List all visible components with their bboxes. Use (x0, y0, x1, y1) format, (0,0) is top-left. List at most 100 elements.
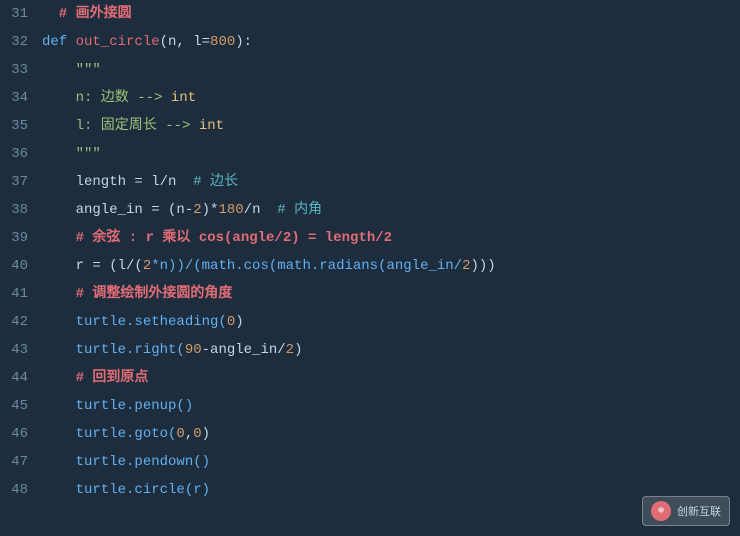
code-row: 38 angle_in = (n-2)*180/n # 内角 (0, 196, 740, 224)
code-token: )* (202, 202, 219, 218)
line-content: def out_circle(n, l=800): (42, 28, 740, 56)
line-content: l: 固定周长 --> int (42, 112, 740, 140)
code-token: """ (42, 62, 101, 78)
code-token: int (171, 90, 196, 106)
line-number: 40 (0, 252, 42, 280)
code-token: 0 (176, 426, 184, 442)
code-token: n: 边数 --> (42, 90, 171, 106)
code-token: # 调整绘制外接圆的角度 (42, 286, 232, 302)
line-content: n: 边数 --> int (42, 84, 740, 112)
code-token: ) (202, 426, 210, 442)
line-content: angle_in = (n-2)*180/n # 内角 (42, 196, 740, 224)
code-row: 34 n: 边数 --> int (0, 84, 740, 112)
code-token: out_circle (76, 34, 160, 50)
code-token: turtle.circle(r) (42, 482, 210, 498)
code-row: 37 length = l/n # 边长 (0, 168, 740, 196)
line-content: length = l/n # 边长 (42, 168, 740, 196)
code-row: 44 # 回到原点 (0, 364, 740, 392)
code-token: 2 (143, 258, 151, 274)
code-token: l: 固定周长 --> (42, 118, 199, 134)
line-number: 45 (0, 392, 42, 420)
code-token: ))) (471, 258, 496, 274)
line-number: 39 (0, 224, 42, 252)
code-editor: 31 # 画外接圆32def out_circle(n, l=800):33 "… (0, 0, 740, 536)
code-token: turtle.setheading( (42, 314, 227, 330)
code-row: 31 # 画外接圆 (0, 0, 740, 28)
line-number: 32 (0, 28, 42, 56)
code-token: 800 (210, 34, 235, 50)
line-content: # 余弦 : r 乘以 cos(angle/2) = length/2 (42, 224, 740, 252)
code-row: 47 turtle.pendown() (0, 448, 740, 476)
line-content: r = (l/(2*n))/(math.cos(math.radians(ang… (42, 252, 740, 280)
line-number: 34 (0, 84, 42, 112)
code-token: , (185, 426, 193, 442)
line-number: 42 (0, 308, 42, 336)
code-token: ) (294, 342, 302, 358)
code-token: 2 (462, 258, 470, 274)
line-number: 37 (0, 168, 42, 196)
code-row: 43 turtle.right(90-angle_in/2) (0, 336, 740, 364)
code-token: 画外接圆 (76, 6, 132, 22)
code-token: r = (l/( (42, 258, 143, 274)
code-token: length = l/n (42, 174, 193, 190)
code-row: 32def out_circle(n, l=800): (0, 28, 740, 56)
code-row: 42 turtle.setheading(0) (0, 308, 740, 336)
line-content: turtle.circle(r) (42, 476, 740, 504)
line-content: turtle.penup() (42, 392, 740, 420)
code-token: ) (235, 314, 243, 330)
line-number: 36 (0, 140, 42, 168)
line-number: 43 (0, 336, 42, 364)
code-token: angle_in = (n- (42, 202, 193, 218)
code-row: 48 turtle.circle(r) (0, 476, 740, 504)
code-token: # 边长 (193, 174, 238, 190)
code-token: # 内角 (277, 202, 322, 218)
code-token: 0 (227, 314, 235, 330)
line-content: turtle.pendown() (42, 448, 740, 476)
line-content: turtle.goto(0,0) (42, 420, 740, 448)
line-number: 44 (0, 364, 42, 392)
code-token: -angle_in/ (202, 342, 286, 358)
code-token: int (199, 118, 224, 134)
line-content: turtle.right(90-angle_in/2) (42, 336, 740, 364)
line-number: 31 (0, 0, 42, 28)
line-number: 33 (0, 56, 42, 84)
code-row: 46 turtle.goto(0,0) (0, 420, 740, 448)
code-token: /n (244, 202, 278, 218)
code-row: 40 r = (l/(2*n))/(math.cos(math.radians(… (0, 252, 740, 280)
code-token: *n))/(math.cos(math.radians(angle_in/ (151, 258, 462, 274)
code-token: def (42, 34, 76, 50)
line-number: 47 (0, 448, 42, 476)
code-token: 2 (286, 342, 294, 358)
code-token: 0 (193, 426, 201, 442)
watermark-icon: ⊗ (651, 501, 671, 521)
line-number: 46 (0, 420, 42, 448)
code-token: 180 (218, 202, 243, 218)
code-row: 39 # 余弦 : r 乘以 cos(angle/2) = length/2 (0, 224, 740, 252)
code-token: 2 (193, 202, 201, 218)
line-content: # 回到原点 (42, 364, 740, 392)
watermark-text: 创新互联 (677, 503, 721, 519)
code-token: ): (235, 34, 252, 50)
code-row: 41 # 调整绘制外接圆的角度 (0, 280, 740, 308)
code-token: turtle.penup() (42, 398, 193, 414)
line-content: # 画外接圆 (42, 0, 740, 28)
line-number: 35 (0, 112, 42, 140)
code-row: 33 """ (0, 56, 740, 84)
code-row: 36 """ (0, 140, 740, 168)
line-content: # 调整绘制外接圆的角度 (42, 280, 740, 308)
line-number: 38 (0, 196, 42, 224)
code-token: turtle.goto( (42, 426, 176, 442)
line-content: """ (42, 56, 740, 84)
code-token: """ (42, 146, 101, 162)
line-content: """ (42, 140, 740, 168)
code-token: # (42, 6, 76, 22)
code-row: 35 l: 固定周长 --> int (0, 112, 740, 140)
code-row: 45 turtle.penup() (0, 392, 740, 420)
code-token: # 余弦 : r 乘以 cos(angle/2) = length/2 (42, 230, 392, 246)
line-content: turtle.setheading(0) (42, 308, 740, 336)
code-token: # 回到原点 (42, 370, 148, 386)
code-token: turtle.pendown() (42, 454, 210, 470)
line-number: 41 (0, 280, 42, 308)
code-token: turtle.right( (42, 342, 185, 358)
line-number: 48 (0, 476, 42, 504)
